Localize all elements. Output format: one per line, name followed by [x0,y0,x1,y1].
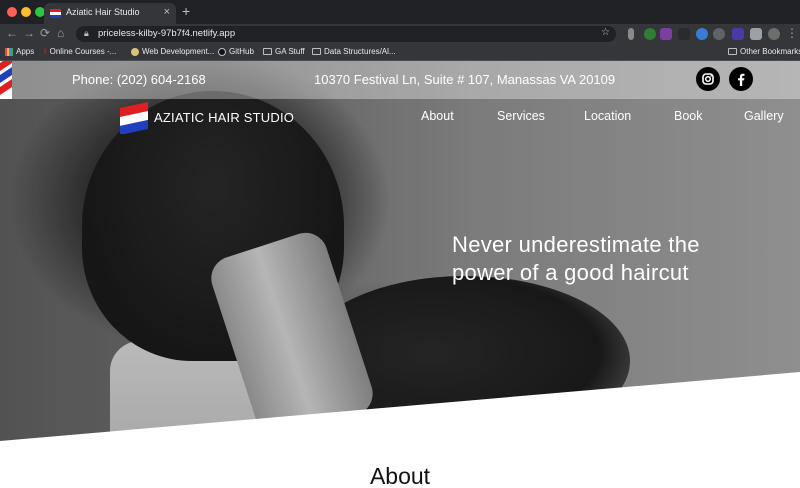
barber-pole-icon [0,61,12,99]
tab-close-icon[interactable]: × [164,6,170,18]
lock-icon: 🔒︎ [84,28,89,38]
bookmark-ga-stuff[interactable]: GA Stuff [263,47,305,56]
instagram-icon[interactable] [696,67,720,91]
bookmark-other[interactable]: Other Bookmarks [728,47,800,56]
close-window-button[interactable] [7,7,17,17]
courses-icon: ℓ [44,47,47,56]
bookmark-data-structures[interactable]: Data Structures/Al... [312,47,396,56]
profile-avatar[interactable] [768,28,780,40]
bookmark-web-development[interactable]: Web Development... [131,47,214,56]
extension-icon[interactable] [713,28,725,40]
bookmark-label: Other Bookmarks [740,47,800,56]
extension-icon[interactable] [678,28,690,40]
url-text: priceless-kilby-97b7f4.netlify.app [98,28,236,39]
extension-icon[interactable] [644,28,656,40]
tagline-line-1: Never underestimate the [452,232,700,257]
bookmark-label: Apps [16,47,35,56]
bookmark-label: Data Structures/Al... [324,47,396,56]
facebook-icon[interactable] [729,67,753,91]
tab-title: Aziatic Hair Studio [66,7,140,17]
nav-about[interactable]: About [421,109,454,123]
forward-icon[interactable]: → [23,26,35,40]
extension-icon[interactable] [628,28,634,40]
logo-flag-icon [120,102,148,134]
site-favicon-icon [50,9,61,18]
extension-icon[interactable] [696,28,708,40]
bookmark-apps[interactable]: Apps [5,47,34,56]
extension-icon[interactable] [660,28,672,40]
bookmark-label: GA Stuff [275,47,305,56]
github-icon [218,47,226,56]
new-tab-button[interactable]: + [182,3,190,19]
brand-name: AZIATIC HAIR STUDIO [154,109,295,125]
webdev-icon [131,47,139,56]
bookmark-label: Web Development... [142,47,215,56]
address-text: 10370 Festival Ln, Suite # 107, Manassas… [314,72,616,87]
home-icon[interactable]: ⌂ [57,26,64,40]
nav-services[interactable]: Services [497,109,545,123]
about-heading: About [369,463,431,488]
bookmark-github[interactable]: GitHub [218,47,254,56]
nav-location[interactable]: Location [584,109,631,123]
reload-icon[interactable]: ⟳ [40,26,50,40]
back-icon[interactable]: ← [6,26,18,40]
contact-info-bar: Phone: (202) 604-2168 10370 Festival Ln,… [0,61,800,99]
folder-icon [728,48,737,55]
address-bar[interactable]: 🔒︎ priceless-kilby-97b7f4.netlify.app ☆ [76,26,616,42]
folder-icon [263,48,272,55]
bookmark-star-icon[interactable]: ☆ [601,27,610,38]
extension-icon[interactable] [732,28,744,40]
extensions-puzzle-icon[interactable] [750,28,762,40]
browser-toolbar: ← → ⟳ ⌂ 🔒︎ priceless-kilby-97b7f4.netlif… [0,24,800,44]
browser-tab-strip: Aziatic Hair Studio × + [0,0,800,24]
minimize-window-button[interactable] [21,7,31,17]
bookmark-label: Online Courses -... [49,47,117,56]
apps-grid-icon [5,47,13,56]
hero-tagline: Never underestimate the power of a good … [452,231,700,287]
browser-tab[interactable]: Aziatic Hair Studio × [44,3,176,24]
phone-number[interactable]: Phone: (202) 604-2168 [72,72,206,87]
nav-gallery[interactable]: Gallery [744,109,784,123]
bookmarks-bar: Apps ℓ Online Courses -... Web Developme… [0,44,800,61]
nav-book[interactable]: Book [674,109,703,123]
menu-kebab-icon[interactable]: ⋮ [786,26,798,40]
bookmark-online-courses[interactable]: ℓ Online Courses -... [44,47,116,56]
brand-logo[interactable]: AZIATIC HAIR STUDIO [120,100,294,134]
bookmark-label: GitHub [229,47,254,56]
tagline-line-2: power of a good haircut [452,260,689,285]
folder-icon [312,48,321,55]
webpage: Phone: (202) 604-2168 10370 Festival Ln,… [0,61,800,488]
